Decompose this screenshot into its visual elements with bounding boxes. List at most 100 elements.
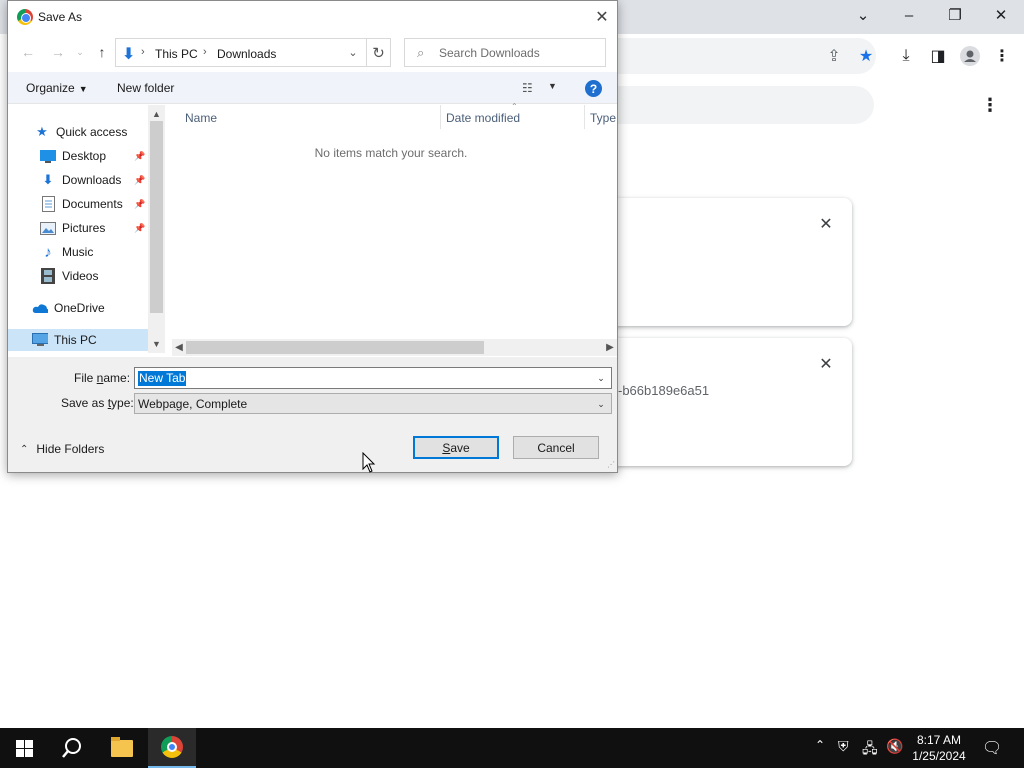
scrollbar-thumb[interactable] (150, 121, 163, 313)
column-header-date-modified[interactable]: Date modified (446, 111, 520, 125)
search-icon: ⌕ (417, 45, 425, 60)
sidebar-item-music[interactable]: ♪ Music (8, 241, 148, 263)
column-separator[interactable] (440, 105, 441, 129)
scroll-up-icon[interactable]: ▲ (148, 107, 165, 121)
side-panel-icon[interactable]: ◨ (924, 42, 952, 70)
empty-message: No items match your search. (314, 146, 468, 160)
scroll-down-icon[interactable]: ▼ (148, 337, 165, 351)
restore-button[interactable]: ❐ (932, 0, 978, 30)
network-icon[interactable]: 🖧 (862, 738, 878, 762)
chrome-taskbar-button[interactable] (148, 728, 196, 768)
profile-avatar-icon[interactable] (956, 42, 984, 70)
recent-locations-chevron-icon[interactable]: ⌄ (70, 42, 90, 62)
sidebar-item-downloads[interactable]: ⬇ Downloads 📌 (8, 169, 148, 191)
view-options-icon[interactable]: ☷ (522, 81, 542, 95)
downloads-location-icon: ⬇ (122, 46, 136, 63)
column-header-type[interactable]: Type (590, 111, 616, 125)
file-name-combobox[interactable]: New Tab ⌄ (134, 367, 612, 389)
navigation-row: ← → ⌄ ↑ ⬇ › This PC › Downloads ⌄ ↻ ⌕ (8, 35, 617, 69)
new-folder-button[interactable]: New folder (117, 81, 174, 95)
scroll-left-icon[interactable]: ◀ (172, 339, 186, 356)
file-name-input[interactable]: New Tab (138, 371, 187, 386)
share-icon[interactable]: ⇪ (820, 42, 848, 70)
start-button[interactable] (0, 728, 48, 768)
pin-icon: 📌 (134, 174, 146, 185)
file-list: Name ⌃ Date modified Type No items match… (165, 102, 617, 341)
pin-icon: 📌 (134, 222, 146, 233)
sidebar-item-quick-access[interactable]: ★ Quick access (8, 121, 148, 143)
desktop-icon (40, 148, 56, 164)
security-icon[interactable]: ⛨ (838, 738, 849, 755)
chevron-up-icon: ⌃ (20, 443, 29, 455)
organize-label: Organize (26, 81, 75, 95)
save-button[interactable]: Save (413, 436, 499, 459)
sidebar-item-pictures[interactable]: Pictures 📌 (8, 217, 148, 239)
volume-muted-icon[interactable]: 🔇 (886, 738, 903, 755)
dialog-close-button[interactable]: ✕ (592, 7, 612, 27)
refresh-icon[interactable]: ↻ (366, 39, 390, 66)
breadcrumb-chevron-icon[interactable]: › (141, 46, 145, 58)
notification-icon[interactable]: 🗨 (982, 738, 1002, 758)
view-dropdown-icon[interactable]: ▼ (548, 81, 557, 91)
star-icon: ★ (36, 124, 48, 139)
computer-icon (32, 332, 48, 348)
chevron-down-icon[interactable]: ⌄ (593, 368, 609, 388)
command-bar: Organize ▼ New folder ☷ ▼ ? (8, 72, 617, 104)
minimize-button[interactable]: – (886, 0, 932, 30)
sidebar-item-documents[interactable]: Documents 📌 (8, 193, 148, 215)
breadcrumb[interactable]: ⬇ › This PC › Downloads ⌄ ↻ (115, 38, 391, 67)
sidebar-item-label: Videos (62, 269, 99, 283)
search-field[interactable]: ⌕ (404, 38, 606, 67)
sidebar-item-label: OneDrive (54, 301, 105, 315)
organize-button[interactable]: Organize ▼ (26, 81, 88, 95)
dialog-title-bar[interactable]: Save As ✕ (8, 1, 617, 32)
navigation-pane: ★ Quick access Desktop 📌 ⬇ Downloads 📌 D… (8, 105, 165, 353)
sidebar-item-this-pc[interactable]: This PC (8, 329, 148, 351)
scroll-right-icon[interactable]: ▶ (603, 339, 617, 356)
sidebar-item-onedrive[interactable]: OneDrive (8, 297, 148, 319)
breadcrumb-this-pc[interactable]: This PC (155, 47, 198, 61)
column-header-name[interactable]: Name (185, 111, 217, 125)
tray-overflow-chevron-icon[interactable]: ⌃ (815, 738, 825, 752)
bookmark-star-icon[interactable]: ★ (852, 42, 880, 70)
mouse-cursor-icon (362, 452, 376, 473)
tab-search-chevron-icon[interactable]: ⌄ (840, 0, 886, 30)
up-arrow-icon[interactable]: ↑ (92, 42, 112, 62)
address-dropdown-icon[interactable]: ⌄ (342, 39, 364, 66)
system-clock[interactable]: 8:17 AM 1/25/2024 (906, 732, 972, 764)
search-input[interactable] (439, 44, 599, 61)
file-list-horizontal-scrollbar[interactable]: ◀ ▶ (172, 339, 617, 356)
back-arrow-icon[interactable]: ← (18, 42, 38, 62)
file-explorer-button[interactable] (98, 728, 146, 768)
label-text: ame: (103, 371, 131, 385)
forward-arrow-icon[interactable]: → (48, 42, 68, 62)
picture-icon (40, 220, 56, 236)
sidebar-item-label: Downloads (62, 173, 122, 187)
card-close-icon[interactable]: ✕ (818, 216, 834, 233)
scrollbar-thumb[interactable] (186, 341, 484, 354)
sidebar-item-label: Documents (62, 197, 123, 211)
taskbar: ⌃ ⛨ 🖧 🔇 8:17 AM 1/25/2024 🗨 (0, 728, 1024, 768)
nav-pane-scrollbar[interactable]: ▲ ▼ (148, 105, 165, 353)
ntp-more-icon[interactable]: ⋮ (978, 92, 1002, 118)
card-close-icon[interactable]: ✕ (818, 356, 834, 373)
organize-caret-icon: ▼ (78, 84, 88, 94)
resize-grip-icon[interactable]: ⋰ (607, 460, 615, 469)
column-separator[interactable] (584, 105, 585, 129)
chevron-down-icon[interactable]: ⌄ (593, 394, 609, 414)
chrome-menu-icon[interactable]: ⋮ (988, 42, 1016, 70)
breadcrumb-chevron-icon[interactable]: › (203, 46, 207, 58)
hide-folders-button[interactable]: ⌃ Hide Folders (20, 442, 104, 456)
sidebar-item-desktop[interactable]: Desktop 📌 (8, 145, 148, 167)
help-icon[interactable]: ? (585, 80, 602, 97)
download-icon[interactable]: ⤓ (892, 42, 920, 70)
save-options-panel: File name: New Tab ⌄ Save as type: Webpa… (8, 357, 617, 472)
save-type-select[interactable]: Webpage, Complete ⌄ (134, 393, 612, 414)
pin-icon: 📌 (134, 198, 146, 209)
breadcrumb-downloads[interactable]: Downloads (217, 47, 276, 61)
hide-folders-label: Hide Folders (36, 442, 105, 456)
taskbar-search-button[interactable] (48, 728, 96, 768)
window-close-button[interactable]: ✕ (978, 0, 1024, 30)
cancel-button[interactable]: Cancel (513, 436, 599, 459)
sidebar-item-videos[interactable]: Videos (8, 265, 148, 287)
